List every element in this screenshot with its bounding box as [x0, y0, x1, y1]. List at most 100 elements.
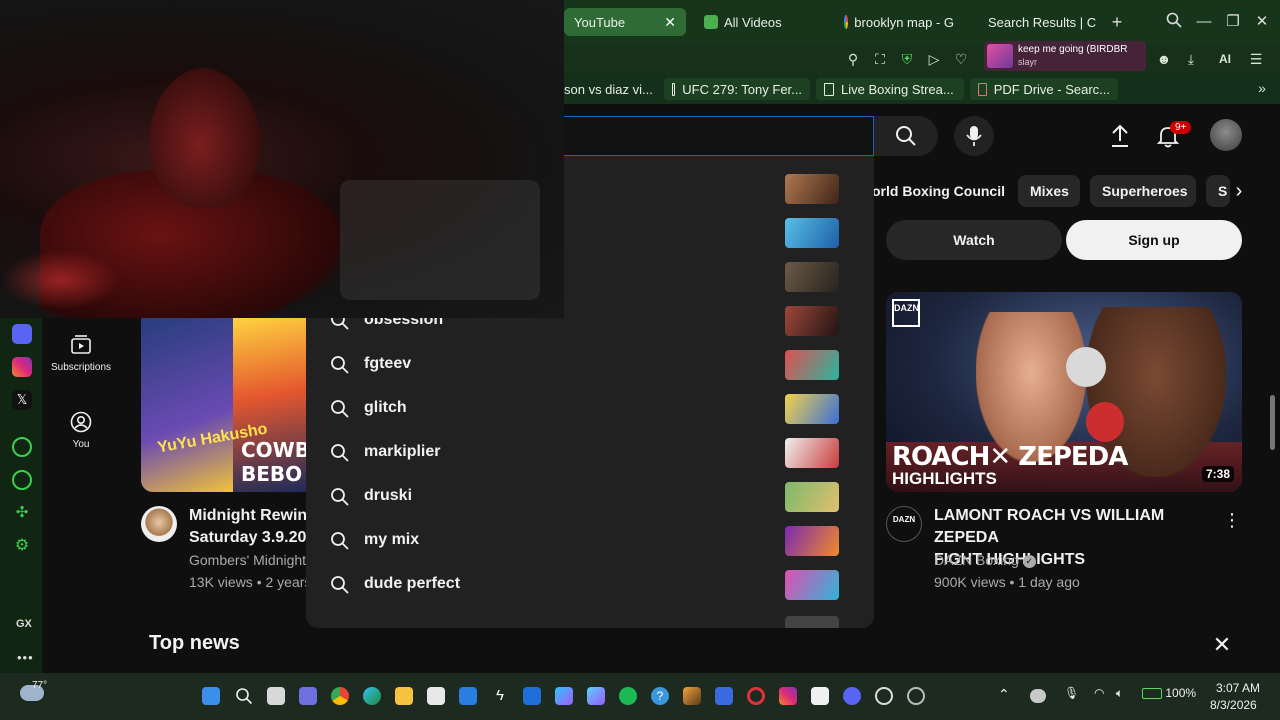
close-icon[interactable]: ✕	[1210, 633, 1234, 657]
search-suggestion[interactable]: fgteev	[306, 343, 874, 387]
microphone-icon[interactable]: 🎙︎	[1064, 686, 1079, 700]
history-icon[interactable]	[12, 470, 32, 490]
vpn-shield-icon[interactable]: ⛨	[897, 49, 917, 69]
tab-brooklyn-map[interactable]: brooklyn map - G	[834, 8, 964, 36]
search-input[interactable]	[564, 116, 874, 156]
guide-subscriptions[interactable]: Subscriptions	[41, 334, 121, 373]
restore-icon[interactable]: ❐	[1223, 12, 1243, 32]
download-icon[interactable]: ⤓	[1181, 49, 1201, 69]
suggestion-text: fgteev	[364, 355, 412, 372]
discord-icon[interactable]	[843, 687, 861, 705]
tab-label: Search Results | C	[988, 14, 1097, 30]
menu-icon[interactable]: ☰	[1246, 49, 1266, 69]
teams-icon[interactable]	[299, 687, 317, 705]
chip-superheroes[interactable]: Superheroes	[1090, 175, 1196, 207]
search-suggestion[interactable]: markiplier	[306, 431, 874, 475]
channel-name[interactable]: Gombers' Midnight	[189, 552, 307, 568]
tab-search-results[interactable]: Search Results | C	[972, 8, 1102, 36]
chrome-icon[interactable]	[331, 687, 349, 705]
edge-icon[interactable]	[363, 687, 381, 705]
chatgpt-icon[interactable]	[875, 687, 893, 705]
mail-icon[interactable]	[459, 687, 477, 705]
document-icon	[672, 82, 676, 96]
settings-icon[interactable]: ⚙	[12, 536, 32, 556]
copilot-icon[interactable]	[555, 687, 573, 705]
top-news-heading: Top news	[149, 632, 240, 654]
tab-youtube[interactable]: YouTube ✕	[564, 8, 686, 36]
voice-search-button[interactable]	[954, 116, 994, 156]
m365-icon[interactable]	[587, 687, 605, 705]
upload-icon[interactable]	[1108, 123, 1132, 149]
instagram-icon[interactable]	[12, 357, 32, 377]
play-icon[interactable]: ▷	[924, 49, 944, 69]
search-tabs-icon[interactable]	[1164, 12, 1184, 32]
file-explorer-icon[interactable]	[395, 687, 413, 705]
video-title[interactable]: Midnight Rewind Saturday 3.9.20	[189, 505, 309, 549]
channel-avatar[interactable]: DAZN	[886, 506, 922, 542]
close-tab-icon[interactable]: ✕	[664, 14, 676, 31]
bookmark-item[interactable]: PDF Drive - Searc...	[970, 78, 1118, 100]
dropbox-icon[interactable]	[523, 687, 541, 705]
chip-world-boxing-council[interactable]: orld Boxing Council	[872, 175, 1008, 207]
more-bookmarks-icon[interactable]: »	[1252, 78, 1272, 98]
pin-icon[interactable]: ⚲	[843, 49, 863, 69]
video-thumbnail[interactable]: YuYu Hakusho COWBO BEBO	[141, 318, 306, 492]
search-icon[interactable]	[235, 687, 253, 705]
instagram-icon[interactable]	[779, 687, 797, 705]
cloud-status-icon[interactable]	[1030, 689, 1046, 703]
ai-button[interactable]: AI	[1208, 49, 1242, 69]
heart-icon[interactable]: ♡	[951, 49, 971, 69]
snapshot-icon[interactable]: ⛶	[870, 49, 890, 69]
task-view-icon[interactable]	[267, 687, 285, 705]
chevron-right-icon[interactable]: ›	[1222, 175, 1256, 209]
suggestion-thumbnail	[785, 482, 839, 512]
suggestion-text: my mix	[364, 531, 420, 548]
search-suggestion[interactable]: druski	[306, 475, 874, 519]
volume-icon[interactable]: 🔈︎	[1116, 686, 1123, 701]
close-window-icon[interactable]: ✕	[1252, 12, 1272, 32]
chip-mixes[interactable]: Mixes	[1018, 175, 1080, 207]
video-thumbnail[interactable]: DAZN ROACH✕ ZEPEDA HIGHLIGHTS 7:38	[886, 292, 1242, 492]
media-player-card[interactable]: keep me going (BIRDBR slayr	[984, 41, 1146, 71]
clock-time[interactable]: 3:07 AM	[1216, 681, 1260, 695]
new-tab-button[interactable]: +	[1107, 12, 1127, 32]
wifi-icon[interactable]: ◠	[1094, 686, 1104, 700]
sign-up-button[interactable]: Sign up	[1066, 220, 1242, 260]
x-icon[interactable]: 𝕏	[12, 390, 32, 410]
minimize-icon[interactable]: —	[1194, 12, 1214, 32]
avatar[interactable]	[1210, 119, 1242, 151]
opera-gx-icon[interactable]	[747, 687, 765, 705]
amazon-icon[interactable]	[811, 687, 829, 705]
help-icon[interactable]: ?	[651, 687, 669, 705]
app-icon[interactable]	[907, 687, 925, 705]
bookmark-item[interactable]: Live Boxing Strea...	[816, 78, 964, 100]
watch-button[interactable]: Watch	[886, 220, 1062, 260]
start-icon[interactable]	[202, 687, 220, 705]
scrollbar[interactable]	[1270, 395, 1275, 450]
bookmark-item[interactable]: son vs diaz vi...	[564, 78, 660, 100]
channel-avatar[interactable]	[141, 506, 177, 542]
gx-label[interactable]: GX	[16, 618, 32, 630]
chevron-up-icon[interactable]: ⌃	[998, 686, 1010, 703]
app-icon[interactable]	[715, 687, 733, 705]
channel-name[interactable]: DAZN Boxing ✓	[934, 552, 1036, 568]
clock-date[interactable]: 8/3/2026	[1210, 698, 1257, 712]
power-automate-icon[interactable]: ϟ	[491, 687, 509, 705]
sidebar-more-icon[interactable]: •••	[17, 650, 34, 665]
search-suggestion[interactable]: dude perfect	[306, 563, 874, 607]
discord-icon[interactable]	[12, 324, 32, 344]
search-suggestion[interactable]: glitch	[306, 387, 874, 431]
player-icon[interactable]	[12, 437, 32, 457]
search-button[interactable]	[874, 116, 938, 156]
spotify-icon[interactable]	[619, 687, 637, 705]
battery-indicator[interactable]: 100%	[1142, 686, 1196, 700]
tab-all-videos[interactable]: All Videos	[694, 8, 824, 36]
profile-icon[interactable]: ☻	[1154, 49, 1174, 69]
app-icon[interactable]	[683, 687, 701, 705]
bookmark-item[interactable]: UFC 279: Tony Fer...	[664, 78, 810, 100]
extensions-icon[interactable]: ✣	[12, 503, 32, 523]
guide-you[interactable]: You	[41, 411, 121, 450]
more-options-icon[interactable]: ⋮	[1222, 508, 1242, 532]
search-suggestion[interactable]: my mix	[306, 519, 874, 563]
store-icon[interactable]	[427, 687, 445, 705]
